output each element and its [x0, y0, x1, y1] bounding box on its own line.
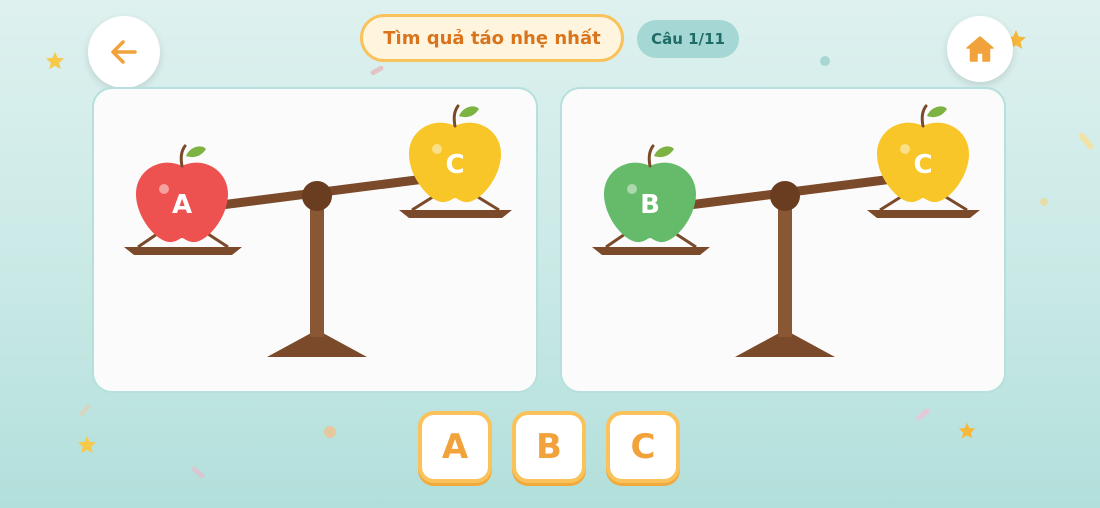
apple-label: B: [640, 190, 660, 220]
apple-a: A: [136, 144, 228, 243]
confetti-strip: [190, 465, 206, 480]
confetti-strip: [369, 64, 385, 77]
back-button[interactable]: [88, 16, 160, 88]
arrow-left-icon: [111, 40, 137, 64]
answer-button-a[interactable]: A: [418, 411, 492, 483]
confetti-strip: [1077, 131, 1095, 151]
apple-label: C: [445, 150, 464, 180]
question-title: Tìm quả táo nhẹ nhất: [360, 14, 624, 62]
question-counter-text: Câu 1/11: [651, 30, 725, 48]
apple-c: C: [877, 104, 969, 203]
confetti-dot: [324, 426, 336, 438]
confetti-strip: [78, 403, 92, 417]
confetti-dot: [820, 56, 830, 66]
apple-label: C: [913, 150, 932, 180]
confetti-strip: [915, 407, 931, 422]
scale-panel: B C: [560, 87, 1006, 393]
question-title-text: Tìm quả táo nhẹ nhất: [383, 27, 601, 49]
home-button[interactable]: [947, 16, 1013, 82]
apple-label: A: [172, 190, 192, 220]
star-decoration: [45, 51, 65, 70]
answer-label: A: [441, 427, 469, 467]
apple-b: B: [604, 144, 696, 243]
apple-c: C: [409, 104, 501, 203]
answer-button-c[interactable]: C: [606, 411, 680, 483]
confetti-dot: [1040, 198, 1048, 206]
answer-button-b[interactable]: B: [512, 411, 586, 483]
home-icon: [966, 36, 994, 62]
question-counter-badge: Câu 1/11: [637, 20, 739, 58]
answer-label: B: [536, 427, 562, 467]
star-decoration: [958, 422, 976, 439]
scale-panel: A C: [92, 87, 538, 393]
answer-label: C: [630, 427, 656, 467]
star-decoration: [77, 435, 97, 454]
